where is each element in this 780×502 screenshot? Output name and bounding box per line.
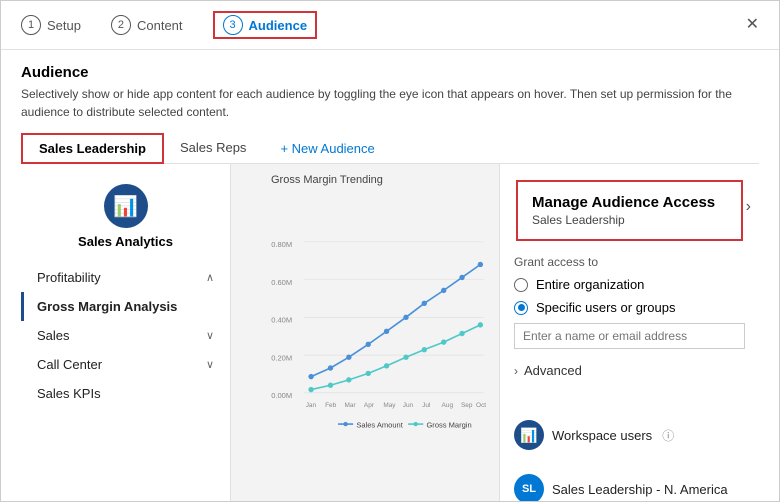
grant-label: Grant access to xyxy=(514,255,745,269)
modal-body: Audience Selectively show or hide app co… xyxy=(1,50,779,501)
nav-item-sales[interactable]: Sales ∨ xyxy=(21,321,230,350)
step-label-audience: Audience xyxy=(249,18,308,33)
section-title: Audience xyxy=(21,64,759,81)
nav-item-call-center[interactable]: Call Center ∨ xyxy=(21,350,230,379)
tab-sales-leadership[interactable]: Sales Leadership xyxy=(21,133,164,164)
radio-label-entire-org: Entire organization xyxy=(536,277,644,292)
workspace-icon: 📊 xyxy=(514,420,544,450)
advanced-row[interactable]: › Advanced xyxy=(514,359,745,382)
chevron-call-center: ∨ xyxy=(206,358,214,371)
step-label-content: Content xyxy=(137,18,183,33)
chart-svg: 0.80M 0.60M 0.40M 0.20M 0.00M xyxy=(241,190,489,477)
workspace-users-row: 📊 Workspace users ⓘ xyxy=(500,414,759,456)
chevron-profitability: ∧ xyxy=(206,271,214,284)
nav-label-profitability: Profitability xyxy=(37,270,101,285)
svg-text:0.80M: 0.80M xyxy=(271,240,292,249)
manage-access-title: Manage Audience Access xyxy=(532,194,727,211)
step-setup: 1 Setup xyxy=(21,15,81,35)
user-name-0: Sales Leadership - N. America xyxy=(552,482,728,497)
step-active-box: 3 Audience xyxy=(213,11,318,39)
left-nav: 📊 Sales Analytics Profitability ∧ Gross … xyxy=(21,164,231,501)
chart-title: Gross Margin Trending xyxy=(271,174,489,186)
chart-area: Gross Margin Trending 0.80M 0.60M 0.40M … xyxy=(231,164,499,501)
nav-label-sales: Sales xyxy=(37,328,70,343)
section-desc: Selectively show or hide app content for… xyxy=(21,85,759,121)
email-input[interactable] xyxy=(514,323,745,349)
user-row-0: SL Sales Leadership - N. America xyxy=(500,468,759,501)
nav-item-sales-kpis[interactable]: Sales KPIs xyxy=(21,379,230,408)
nav-item-profitability[interactable]: Profitability ∧ xyxy=(21,263,230,292)
workspace-label: Workspace users xyxy=(552,428,652,443)
svg-text:Sep: Sep xyxy=(461,402,473,409)
advanced-chevron-icon: › xyxy=(514,364,518,378)
advanced-label: Advanced xyxy=(524,363,582,378)
right-panel-body: Grant access to Entire organization Spec… xyxy=(500,241,759,402)
svg-text:0.20M: 0.20M xyxy=(271,353,292,362)
radio-btn-entire-org[interactable] xyxy=(514,278,528,292)
nav-label-call-center: Call Center xyxy=(37,357,102,372)
svg-text:Jan: Jan xyxy=(306,402,317,409)
radio-btn-specific-users[interactable] xyxy=(514,301,528,315)
step-circle-2: 2 xyxy=(111,15,131,35)
svg-text:Jul: Jul xyxy=(422,402,430,409)
app-name: Sales Analytics xyxy=(78,234,173,249)
info-icon[interactable]: ⓘ xyxy=(662,427,674,444)
panel-chevron-right[interactable]: › xyxy=(746,198,751,216)
nav-label-sales-kpis: Sales KPIs xyxy=(37,386,101,401)
svg-text:0.60M: 0.60M xyxy=(271,278,292,287)
step-circle-1: 1 xyxy=(21,15,41,35)
close-button[interactable]: ✕ xyxy=(746,17,759,33)
manage-access-header: Manage Audience Access Sales Leadership xyxy=(516,180,743,241)
svg-text:Apr: Apr xyxy=(364,402,375,409)
user-avatar-0: SL xyxy=(514,474,544,501)
step-circle-3: 3 xyxy=(223,15,243,35)
radio-dot xyxy=(518,304,525,311)
new-audience-button[interactable]: + New Audience xyxy=(270,137,384,160)
step-audience: 3 Audience xyxy=(213,11,318,39)
svg-text:Aug: Aug xyxy=(442,402,454,409)
svg-text:0.40M: 0.40M xyxy=(271,316,292,325)
workspace-icon-glyph: 📊 xyxy=(520,427,537,444)
app-icon-glyph: 📊 xyxy=(113,194,138,219)
svg-text:Gross Margin: Gross Margin xyxy=(426,420,471,429)
svg-text:Feb: Feb xyxy=(325,402,337,409)
step-content: 2 Content xyxy=(111,15,183,35)
app-icon: 📊 xyxy=(104,184,148,228)
svg-text:Mar: Mar xyxy=(345,402,357,409)
svg-text:Sales Amount: Sales Amount xyxy=(356,420,403,429)
svg-text:Oct: Oct xyxy=(476,402,486,409)
manage-access-header-wrap: Manage Audience Access Sales Leadership … xyxy=(508,172,751,241)
app-icon-area: 📊 Sales Analytics xyxy=(21,174,230,263)
svg-text:Jun: Jun xyxy=(403,402,414,409)
manage-access-subtitle: Sales Leadership xyxy=(532,213,727,227)
chevron-sales: ∨ xyxy=(206,329,214,342)
tabs-bar: Sales Leadership Sales Reps + New Audien… xyxy=(21,133,759,164)
right-panel: Manage Audience Access Sales Leadership … xyxy=(499,164,759,501)
svg-text:0.00M: 0.00M xyxy=(271,391,292,400)
radio-specific-users[interactable]: Specific users or groups xyxy=(514,300,745,315)
step-label-setup: Setup xyxy=(47,18,81,33)
radio-entire-org[interactable]: Entire organization xyxy=(514,277,745,292)
modal-header: 1 Setup 2 Content 3 Audience ✕ xyxy=(1,1,779,50)
nav-label-gross-margin: Gross Margin Analysis xyxy=(37,299,177,314)
content-area: 📊 Sales Analytics Profitability ∧ Gross … xyxy=(21,164,759,501)
radio-label-specific-users: Specific users or groups xyxy=(536,300,675,315)
nav-item-gross-margin[interactable]: Gross Margin Analysis xyxy=(21,292,230,321)
modal-container: 1 Setup 2 Content 3 Audience ✕ Audience … xyxy=(0,0,780,502)
svg-text:May: May xyxy=(383,402,396,409)
tab-sales-reps[interactable]: Sales Reps xyxy=(164,134,262,163)
